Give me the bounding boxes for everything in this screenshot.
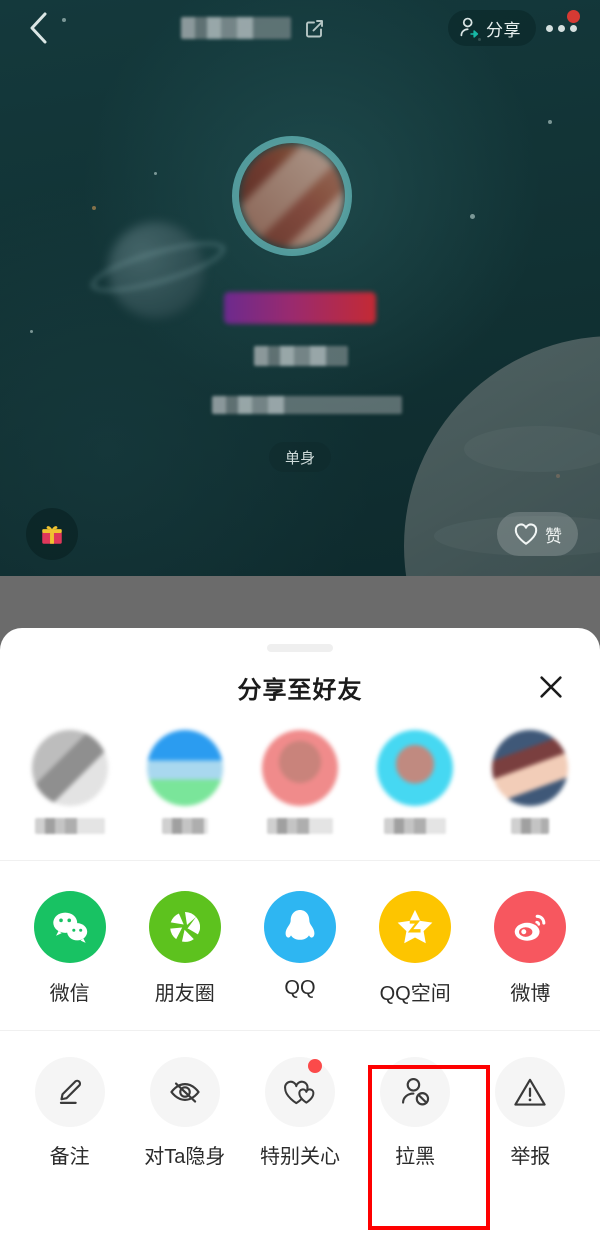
name-badge-redacted [224, 292, 376, 324]
share-app-label: QQ [284, 977, 316, 999]
star-decoration [92, 206, 96, 210]
gift-button[interactable] [26, 508, 78, 560]
action-special-care[interactable]: 特别关心 [250, 1057, 350, 1169]
friend-item[interactable] [22, 730, 118, 834]
chevron-left-icon [30, 12, 47, 44]
drag-handle[interactable] [267, 644, 333, 652]
friend-name-redacted [34, 818, 105, 834]
profile-info-line-1 [254, 346, 348, 366]
action-block[interactable]: 拉黑 [365, 1057, 465, 1169]
two-hearts-icon [264, 1057, 335, 1127]
share-button-label: 分享 [486, 20, 521, 40]
like-button[interactable]: 赞 [497, 512, 578, 556]
profile-nickname-redacted [181, 17, 291, 39]
share-app-qq[interactable]: QQ [250, 891, 350, 1006]
star-decoration [30, 330, 33, 333]
friend-avatar [261, 730, 338, 806]
share-app-label: 朋友圈 [154, 983, 215, 1005]
profile-background: 分享 单身 赞 [0, 0, 600, 576]
edit-nickname-button[interactable] [301, 15, 327, 41]
eye-off-icon [149, 1057, 220, 1127]
friend-list [0, 722, 600, 860]
warning-icon [495, 1057, 566, 1127]
share-sheet-title: 分享至好友 [237, 676, 363, 704]
avatar-ring [232, 136, 352, 256]
profile-title-area [60, 15, 448, 41]
action-label: 备注 [49, 1146, 90, 1168]
action-label: 拉黑 [395, 1146, 436, 1168]
profile-topbar: 分享 [0, 0, 600, 56]
person-share-icon [460, 17, 479, 38]
more-options-button[interactable] [538, 6, 584, 50]
special-care-badge [307, 1059, 322, 1073]
share-app-moments[interactable]: 朋友圈 [135, 891, 235, 1006]
star-decoration [548, 120, 552, 124]
qq-icon [263, 891, 336, 963]
back-button[interactable] [16, 6, 60, 50]
action-list: 备注 对Ta隐身 特别关心 拉黑 举报 [0, 1031, 600, 1189]
share-app-qzone[interactable]: QQ空间 [365, 891, 465, 1006]
action-label: 对Ta隐身 [144, 1146, 226, 1168]
share-sheet: 分享至好友 微信 朋友圈 QQ QQ空间 微博 备注 对Ta隐身 特别关心 拉黑… [0, 628, 600, 1242]
friend-avatar [31, 730, 108, 806]
action-note[interactable]: 备注 [20, 1057, 120, 1169]
friend-item[interactable] [252, 730, 348, 834]
status-badge: 单身 [269, 442, 331, 472]
share-sheet-header: 分享至好友 [0, 652, 600, 722]
more-badge [567, 10, 580, 23]
friend-avatar [146, 730, 223, 806]
share-app-wechat[interactable]: 微信 [20, 891, 120, 1006]
share-app-label: QQ空间 [379, 983, 451, 1005]
more-dots-icon [545, 24, 577, 32]
friend-item[interactable] [482, 730, 578, 834]
action-label: 举报 [510, 1146, 551, 1168]
share-app-label: 微信 [49, 983, 90, 1005]
close-button[interactable] [530, 666, 572, 708]
friend-name-redacted [384, 818, 447, 834]
heart-icon [514, 523, 538, 545]
friend-avatar [492, 730, 569, 806]
like-button-label: 赞 [545, 526, 562, 546]
friend-name-redacted [161, 818, 208, 834]
moments-icon [148, 891, 221, 963]
status-badge-label: 单身 [284, 449, 315, 467]
pencil-icon [34, 1057, 105, 1127]
star-decoration [470, 214, 475, 219]
share-app-label: 微博 [510, 983, 551, 1005]
friend-avatar [377, 730, 454, 806]
avatar[interactable] [232, 136, 352, 256]
friend-item[interactable] [367, 730, 463, 834]
friend-item[interactable] [137, 730, 233, 834]
close-icon [540, 676, 562, 698]
action-label: 特别关心 [259, 1146, 340, 1168]
friend-name-redacted [511, 818, 550, 834]
edit-square-icon [306, 20, 323, 38]
share-app-weibo[interactable]: 微博 [480, 891, 580, 1006]
profile-info-line-2 [212, 396, 402, 414]
gift-icon [42, 526, 62, 544]
action-invisible-to-ta[interactable]: 对Ta隐身 [135, 1057, 235, 1169]
action-report[interactable]: 举报 [480, 1057, 580, 1169]
friend-name-redacted [266, 818, 333, 834]
wechat-icon [33, 891, 106, 963]
share-app-list: 微信 朋友圈 QQ QQ空间 微博 [0, 861, 600, 1030]
person-block-icon [380, 1057, 451, 1127]
weibo-icon [494, 891, 567, 963]
share-button[interactable]: 分享 [448, 10, 536, 46]
star-decoration [154, 172, 157, 175]
qzone-icon [379, 891, 452, 963]
